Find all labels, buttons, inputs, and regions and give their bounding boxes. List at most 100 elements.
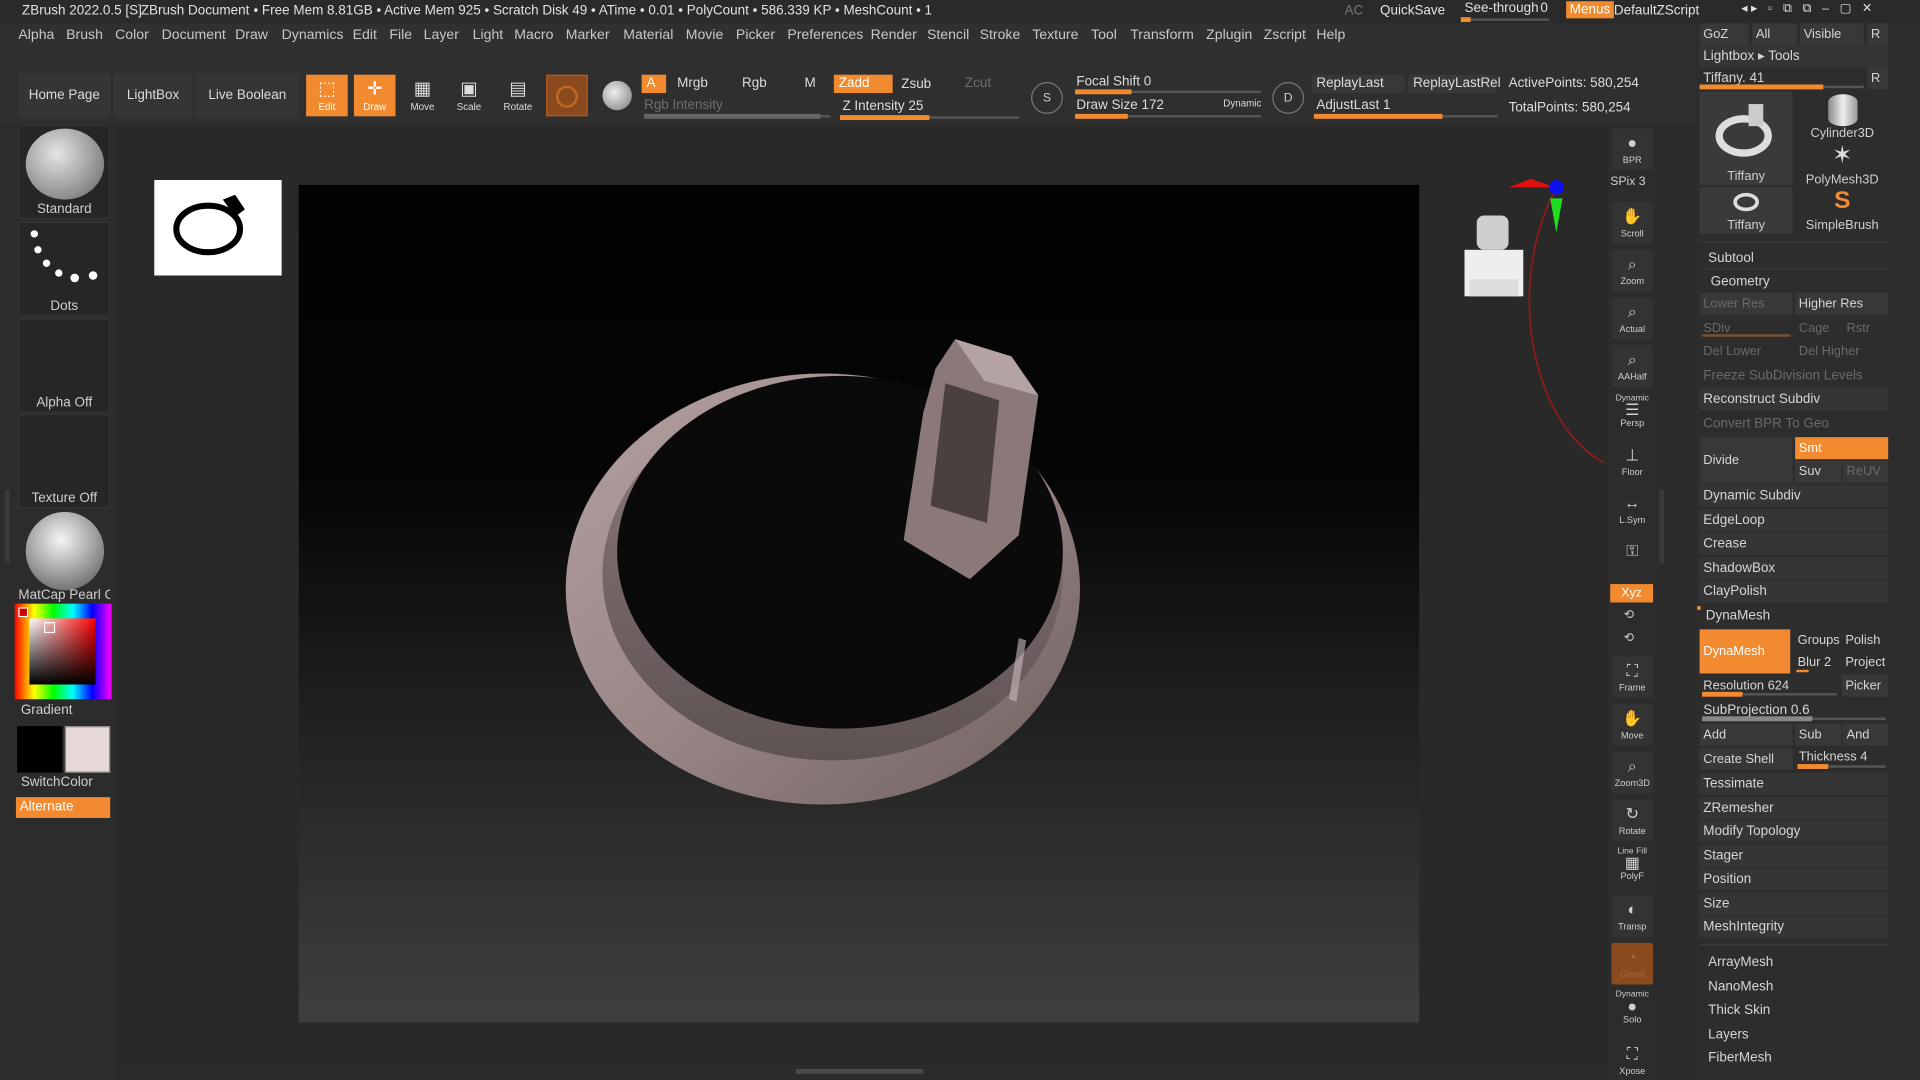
- tool-thumb-polymesh3d[interactable]: ✶ PolyMesh3D: [1796, 141, 1888, 187]
- modify-topology-button[interactable]: Modify Topology: [1699, 820, 1889, 843]
- menu-picker[interactable]: Picker: [736, 28, 775, 43]
- xpose-button[interactable]: ⛶ Xpose: [1611, 1040, 1653, 1080]
- stager-button[interactable]: Stager: [1699, 844, 1889, 867]
- lock-button[interactable]: ⚿: [1611, 536, 1653, 578]
- quicksave-button[interactable]: QuickSave: [1380, 4, 1445, 19]
- menu-macro[interactable]: Macro: [514, 28, 553, 43]
- spix-label[interactable]: SPix 3: [1610, 175, 1645, 188]
- cage-button[interactable]: Cage: [1795, 317, 1842, 339]
- right-tray-handle[interactable]: [1659, 489, 1665, 564]
- menu-transform[interactable]: Transform: [1130, 28, 1194, 43]
- rgb-intensity-label[interactable]: Rgb Intensity: [639, 97, 723, 115]
- del-higher-button[interactable]: Del Higher: [1795, 340, 1888, 362]
- menu-tool[interactable]: Tool: [1091, 28, 1117, 43]
- draw-size-slider[interactable]: [1075, 113, 1262, 119]
- mrgb-button[interactable]: Mrgb: [672, 75, 708, 93]
- edit-mode-button[interactable]: ⬚ Edit: [306, 74, 348, 117]
- floor-button[interactable]: ⊥ Floor: [1611, 441, 1653, 483]
- goz-button[interactable]: GoZ: [1699, 23, 1749, 46]
- create-shell-button[interactable]: Create Shell: [1699, 748, 1793, 771]
- scroll-button[interactable]: ✋ Scroll: [1611, 202, 1654, 244]
- reuv-button[interactable]: ReUV: [1842, 460, 1889, 483]
- switch-color-button[interactable]: SwitchColor: [21, 775, 93, 790]
- smt-toggle[interactable]: Smt: [1795, 437, 1889, 460]
- menu-file[interactable]: File: [389, 28, 412, 43]
- menu-movie[interactable]: Movie: [686, 28, 724, 43]
- zoom-button[interactable]: ⌕ Zoom: [1611, 249, 1654, 292]
- brush-alpha-button[interactable]: [596, 75, 638, 117]
- ac-label[interactable]: AC: [1345, 4, 1364, 19]
- bottom-tray-handle[interactable]: [795, 1068, 924, 1074]
- lsym-button[interactable]: ↔ L.Sym: [1611, 489, 1653, 531]
- menu-zplugin[interactable]: Zplugin: [1206, 28, 1252, 43]
- claypolish-button[interactable]: ClayPolish: [1699, 580, 1889, 603]
- a-toggle[interactable]: A: [641, 74, 667, 94]
- window-controls-icon[interactable]: ◂▸ ▫ ⧉ ⧉ ‒ ▢ ✕: [1741, 2, 1876, 15]
- tool-thumb-simplebrush[interactable]: S SimpleBrush: [1796, 187, 1888, 234]
- edgeloop-button[interactable]: EdgeLoop: [1699, 509, 1889, 532]
- ring-model[interactable]: [299, 185, 1419, 1023]
- xyz-toggle[interactable]: Xyz: [1610, 584, 1654, 603]
- freeze-subdivision-button[interactable]: Freeze SubDivision Levels: [1700, 365, 1889, 387]
- aahalf-button[interactable]: ⌕ AAHalf: [1611, 345, 1654, 387]
- goz-visible-button[interactable]: Visible: [1800, 23, 1864, 46]
- replay-dial-icon[interactable]: D: [1272, 82, 1305, 114]
- transp-button[interactable]: ◐ Transp: [1611, 895, 1654, 937]
- rotate-mode-button[interactable]: ▤ Rotate: [497, 75, 539, 117]
- and-button[interactable]: And: [1842, 723, 1889, 746]
- menu-alpha[interactable]: Alpha: [18, 28, 54, 43]
- solo-button[interactable]: Dynamic ● Solo: [1611, 991, 1653, 1033]
- gyro-gizmo[interactable]: [1420, 171, 1606, 477]
- convert-bpr-button[interactable]: Convert BPR To Geo: [1700, 413, 1889, 435]
- color-square[interactable]: [29, 618, 96, 685]
- zoom3d-button[interactable]: ⌕ Zoom3D: [1611, 751, 1654, 794]
- adjust-last-label[interactable]: AdjustLast 1: [1311, 97, 1390, 115]
- groups-toggle[interactable]: Groups: [1794, 629, 1840, 651]
- subtool-header[interactable]: Subtool: [1705, 247, 1894, 269]
- draw-mode-button[interactable]: ✛ Draw: [353, 74, 396, 117]
- zadd-toggle[interactable]: Zadd: [833, 74, 893, 94]
- picker-button[interactable]: Picker: [1841, 674, 1889, 697]
- menu-layer[interactable]: Layer: [424, 28, 459, 43]
- stroke-selector[interactable]: Dots: [18, 221, 111, 316]
- replay-last-button[interactable]: ReplayLast: [1311, 74, 1405, 94]
- meshintegrity-button[interactable]: MeshIntegrity: [1699, 915, 1889, 938]
- arraymesh-button[interactable]: ArrayMesh: [1705, 951, 1894, 973]
- draw-size-label[interactable]: Draw Size 172: [1071, 97, 1164, 115]
- menu-render[interactable]: Render: [871, 28, 917, 43]
- higher-res-button[interactable]: Higher Res: [1795, 292, 1889, 315]
- rotate-view-button[interactable]: ↻ Rotate: [1611, 799, 1654, 842]
- z-intensity-slider[interactable]: [840, 115, 1019, 121]
- texture-selector[interactable]: Texture Off: [18, 413, 111, 509]
- move-view-button[interactable]: ✋ Move: [1611, 704, 1654, 746]
- tool-r-button[interactable]: R: [1867, 67, 1889, 90]
- adjust-last-slider[interactable]: [1313, 113, 1498, 119]
- menu-brush[interactable]: Brush: [66, 28, 103, 43]
- menu-help[interactable]: Help: [1316, 28, 1345, 43]
- tool-thumb-tiffany-main[interactable]: Tiffany: [1699, 91, 1793, 185]
- suv-button[interactable]: Suv: [1795, 460, 1842, 483]
- menu-preferences[interactable]: Preferences: [787, 28, 863, 43]
- reconstruct-subdiv-button[interactable]: Reconstruct Subdiv: [1699, 388, 1889, 411]
- alpha-selector[interactable]: Alpha Off: [18, 318, 111, 413]
- menu-stroke[interactable]: Stroke: [980, 28, 1021, 43]
- rgb-button[interactable]: Rgb: [737, 75, 767, 93]
- frame-button[interactable]: ⛶ Frame: [1611, 656, 1654, 698]
- menu-light[interactable]: Light: [473, 28, 504, 43]
- fibermesh-button[interactable]: FiberMesh: [1705, 1047, 1894, 1069]
- move-mode-button[interactable]: ▦ Move: [402, 75, 444, 117]
- geometry-header[interactable]: Geometry: [1707, 271, 1896, 293]
- see-through-slider[interactable]: [1460, 17, 1549, 23]
- replay-last-rel-button[interactable]: ReplayLastRel: [1408, 74, 1501, 94]
- material-selector[interactable]: MatCap Pearl Ca: [18, 509, 110, 603]
- material-swatch-button[interactable]: [546, 74, 588, 117]
- menu-dynamics[interactable]: Dynamics: [282, 28, 344, 43]
- size-button[interactable]: Size: [1699, 892, 1889, 915]
- zcut-button[interactable]: Zcut: [960, 75, 991, 93]
- brush-selector[interactable]: Standard: [18, 124, 111, 220]
- main-color-swatch[interactable]: [64, 726, 111, 773]
- alternate-toggle[interactable]: Alternate: [15, 797, 111, 818]
- crease-button[interactable]: Crease: [1699, 532, 1889, 555]
- menu-color[interactable]: Color: [115, 28, 149, 43]
- z-intensity-label[interactable]: Z Intensity 25: [838, 98, 923, 116]
